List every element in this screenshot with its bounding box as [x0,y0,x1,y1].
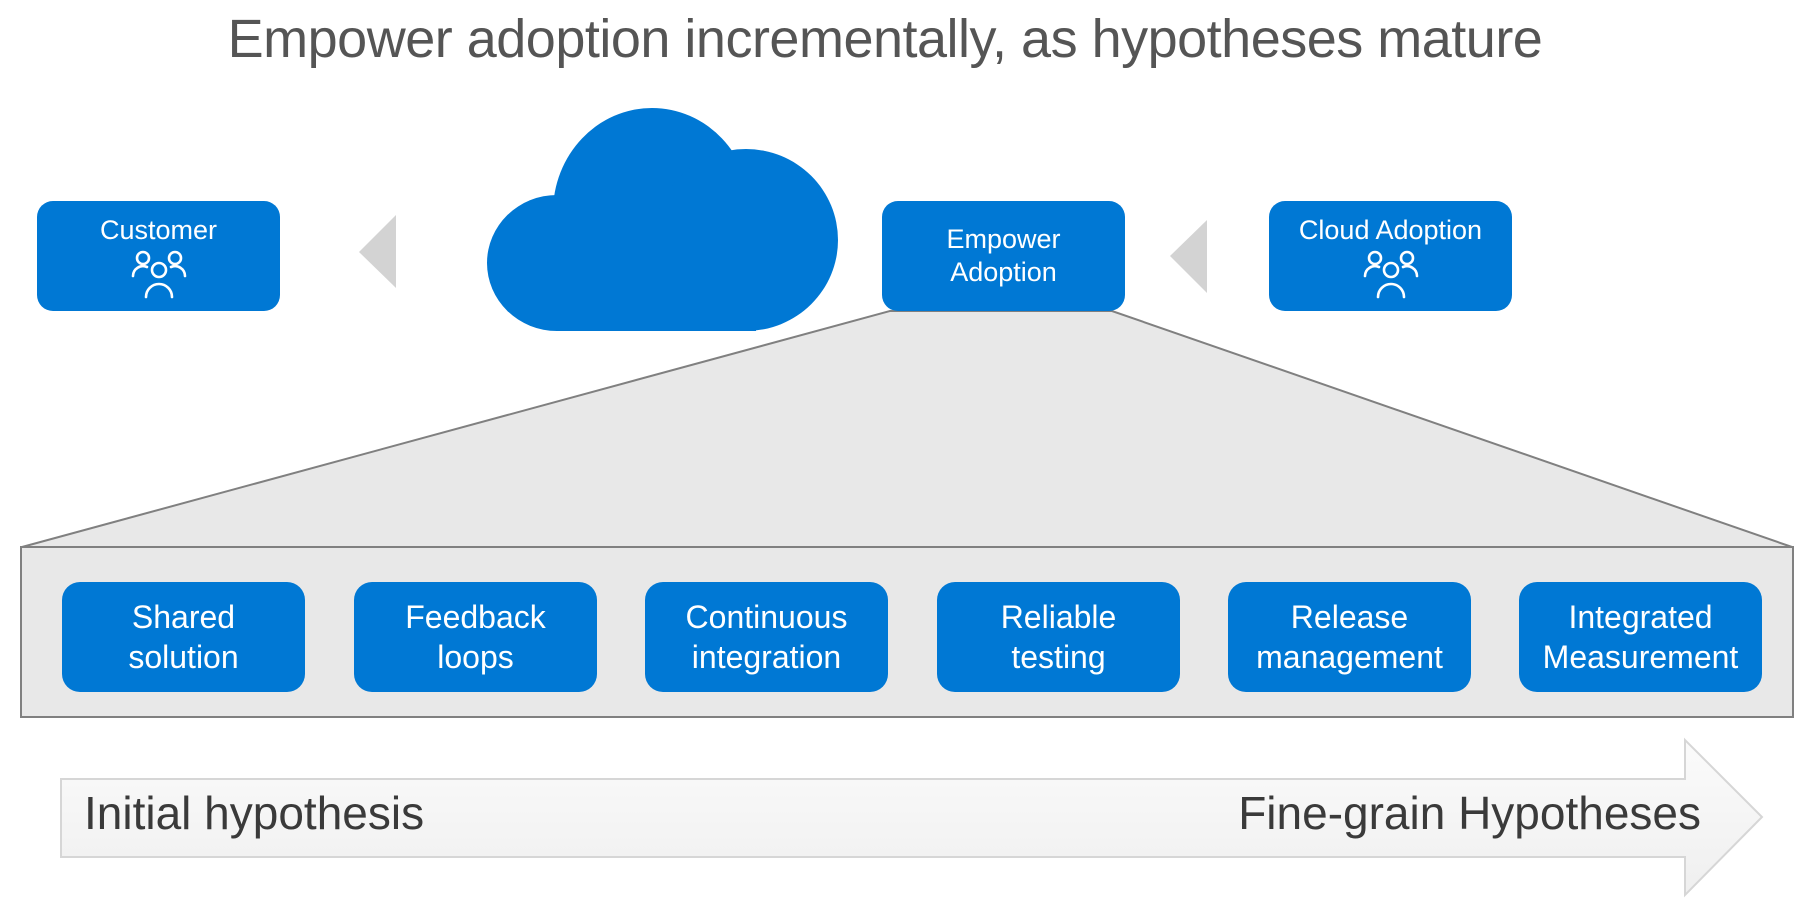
practice-label-line1: Feedback [405,599,546,635]
practice-label-line1: Release [1290,599,1409,635]
customer-box: Customer [37,201,280,311]
chevron-left-icon [1170,220,1207,293]
empower-label-line2: Adoption [950,257,1057,287]
cloud-adoption-box: Cloud Adoption [1269,201,1512,311]
practice-label-line2: solution [128,639,239,675]
practice-label-line1: Shared [131,599,236,635]
empower-label-line1: Empower [946,224,1061,254]
practice-label-line2: management [1256,639,1443,675]
people-icon [1363,250,1418,298]
practice-box-reliable-testing: Reliable testing [937,582,1180,692]
customer-label: Customer [99,214,218,245]
chevron-left-icon [359,215,396,288]
arrow-start-label: Initial hypothesis [84,787,425,839]
diagram-shapes [20,108,1794,898]
practice-label-line1: Continuous [685,599,848,635]
cloud-adoption-label: Cloud Adoption [1298,214,1483,245]
practice-label-line2: integration [691,639,842,675]
empower-adoption-box: Empower Adoption [882,201,1125,311]
practice-box-shared-solution: Shared solution [62,582,305,692]
practice-box-release-management: Release management [1228,582,1471,692]
practice-label-line2: Measurement [1542,639,1739,675]
practice-box-integrated-measurement: Integrated Measurement [1519,582,1762,692]
people-icon [131,250,186,298]
expansion-trapezoid [21,310,1793,548]
practice-box-feedback-loops: Feedback loops [354,582,597,692]
cloud-icon [487,108,838,331]
practice-label-line1: Integrated [1568,599,1713,635]
arrow-end-label: Fine-grain Hypotheses [1238,787,1701,839]
practice-box-continuous-integration: Continuous integration [645,582,888,692]
practice-label-line2: testing [1011,639,1106,675]
practice-label-line1: Reliable [1000,599,1117,635]
page-title: Empower adoption incrementally, as hypot… [227,9,1543,69]
practice-label-line2: loops [437,639,514,675]
